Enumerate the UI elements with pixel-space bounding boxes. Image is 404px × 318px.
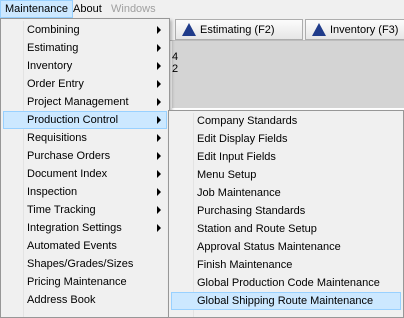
submenu-item-label: Job Maintenance <box>197 187 281 199</box>
menu-item-label: Estimating <box>27 42 79 54</box>
estimating-button[interactable]: Estimating (F2) <box>175 19 303 40</box>
panel-number: 4 <box>172 51 179 63</box>
maintenance-dropdown: Combining Estimating Inventory Order Ent… <box>0 18 170 318</box>
menu-item-shapes-grades-sizes[interactable]: Shapes/Grades/Sizes <box>3 255 167 273</box>
menu-item-purchase-orders[interactable]: Purchase Orders <box>3 147 167 165</box>
submenu-arrow-icon <box>157 224 161 232</box>
menu-item-automated-events[interactable]: Automated Events <box>3 237 167 255</box>
menu-item-label: Purchase Orders <box>27 150 111 162</box>
menu-item-label: Project Management <box>27 96 129 108</box>
submenu-item-menu-setup[interactable]: Menu Setup <box>171 166 401 184</box>
menu-item-estimating[interactable]: Estimating <box>3 39 167 57</box>
menu-item-label: Pricing Maintenance <box>27 276 127 288</box>
menu-item-label: Document Index <box>27 168 108 180</box>
menu-item-label: Requisitions <box>27 132 87 144</box>
submenu-arrow-icon <box>157 152 161 160</box>
menu-item-time-tracking[interactable]: Time Tracking <box>3 201 167 219</box>
menu-item-label: Inspection <box>27 186 78 198</box>
menu-item-inventory[interactable]: Inventory <box>3 57 167 75</box>
submenu-item-label: Global Shipping Route Maintenance <box>197 295 374 307</box>
inventory-button[interactable]: Inventory (F3) <box>305 19 404 40</box>
submenu-arrow-icon <box>157 80 161 88</box>
submenu-item-global-shipping-route-maintenance[interactable]: Global Shipping Route Maintenance <box>171 292 401 310</box>
menu-windows: Windows <box>111 3 156 15</box>
submenu-item-label: Finish Maintenance <box>197 259 293 271</box>
menu-item-order-entry[interactable]: Order Entry <box>3 75 167 93</box>
menu-item-label: Production Control <box>27 114 119 126</box>
submenu-arrow-icon <box>157 116 161 124</box>
menu-item-label: Combining <box>27 24 80 36</box>
submenu-item-label: Purchasing Standards <box>197 205 306 217</box>
menu-item-inspection[interactable]: Inspection <box>3 183 167 201</box>
menu-item-integration-settings[interactable]: Integration Settings <box>3 219 167 237</box>
submenu-item-approval-status-maintenance[interactable]: Approval Status Maintenance <box>171 238 401 256</box>
submenu-arrow-icon <box>157 62 161 70</box>
submenu-item-job-maintenance[interactable]: Job Maintenance <box>171 184 401 202</box>
menu-item-label: Integration Settings <box>27 222 122 234</box>
submenu-item-label: Company Standards <box>197 115 298 127</box>
inventory-label: Inventory (F3) <box>330 23 399 36</box>
menu-item-combining[interactable]: Combining <box>3 21 167 39</box>
menu-item-pricing-maintenance[interactable]: Pricing Maintenance <box>3 273 167 291</box>
production-control-submenu: Company Standards Edit Display Fields Ed… <box>168 110 404 318</box>
submenu-item-label: Menu Setup <box>197 169 257 181</box>
submenu-item-label: Approval Status Maintenance <box>197 241 341 253</box>
menu-maintenance[interactable]: Maintenance <box>0 0 73 18</box>
menu-item-requisitions[interactable]: Requisitions <box>3 129 167 147</box>
submenu-item-label: Edit Display Fields <box>197 133 288 145</box>
submenu-item-edit-input-fields[interactable]: Edit Input Fields <box>171 148 401 166</box>
menu-item-label: Time Tracking <box>27 204 96 216</box>
menu-item-project-management[interactable]: Project Management <box>3 93 167 111</box>
submenu-item-edit-display-fields[interactable]: Edit Display Fields <box>171 130 401 148</box>
panel-number: 2 <box>172 63 179 75</box>
submenu-item-company-standards[interactable]: Company Standards <box>171 112 401 130</box>
menu-item-document-index[interactable]: Document Index <box>3 165 167 183</box>
menu-item-address-book[interactable]: Address Book <box>3 291 167 309</box>
menu-item-production-control[interactable]: Production Control <box>3 111 167 129</box>
menu-about[interactable]: About <box>69 0 106 18</box>
menu-item-label: Address Book <box>27 294 96 306</box>
submenu-arrow-icon <box>157 206 161 214</box>
menu-item-label: Order Entry <box>27 78 84 90</box>
estimating-label: Estimating (F2) <box>200 23 275 36</box>
inventory-icon <box>312 22 326 37</box>
submenu-arrow-icon <box>157 26 161 34</box>
submenu-arrow-icon <box>157 170 161 178</box>
menu-item-label: Inventory <box>27 60 73 72</box>
submenu-item-label: Station and Route Setup <box>197 223 317 235</box>
estimating-icon <box>182 22 196 37</box>
menubar: Maintenance About Windows <box>0 0 404 19</box>
submenu-item-label: Global Production Code Maintenance <box>197 277 380 289</box>
menu-item-label: Shapes/Grades/Sizes <box>27 258 134 270</box>
submenu-item-purchasing-standards[interactable]: Purchasing Standards <box>171 202 401 220</box>
submenu-item-station-and-route-setup[interactable]: Station and Route Setup <box>171 220 401 238</box>
submenu-item-label: Edit Input Fields <box>197 151 276 163</box>
submenu-arrow-icon <box>157 98 161 106</box>
submenu-item-finish-maintenance[interactable]: Finish Maintenance <box>171 256 401 274</box>
submenu-arrow-icon <box>157 44 161 52</box>
submenu-item-global-production-code-maintenance[interactable]: Global Production Code Maintenance <box>171 274 401 292</box>
submenu-arrow-icon <box>157 188 161 196</box>
submenu-arrow-icon <box>157 134 161 142</box>
background-panel <box>172 41 404 108</box>
menu-item-label: Automated Events <box>27 240 117 252</box>
